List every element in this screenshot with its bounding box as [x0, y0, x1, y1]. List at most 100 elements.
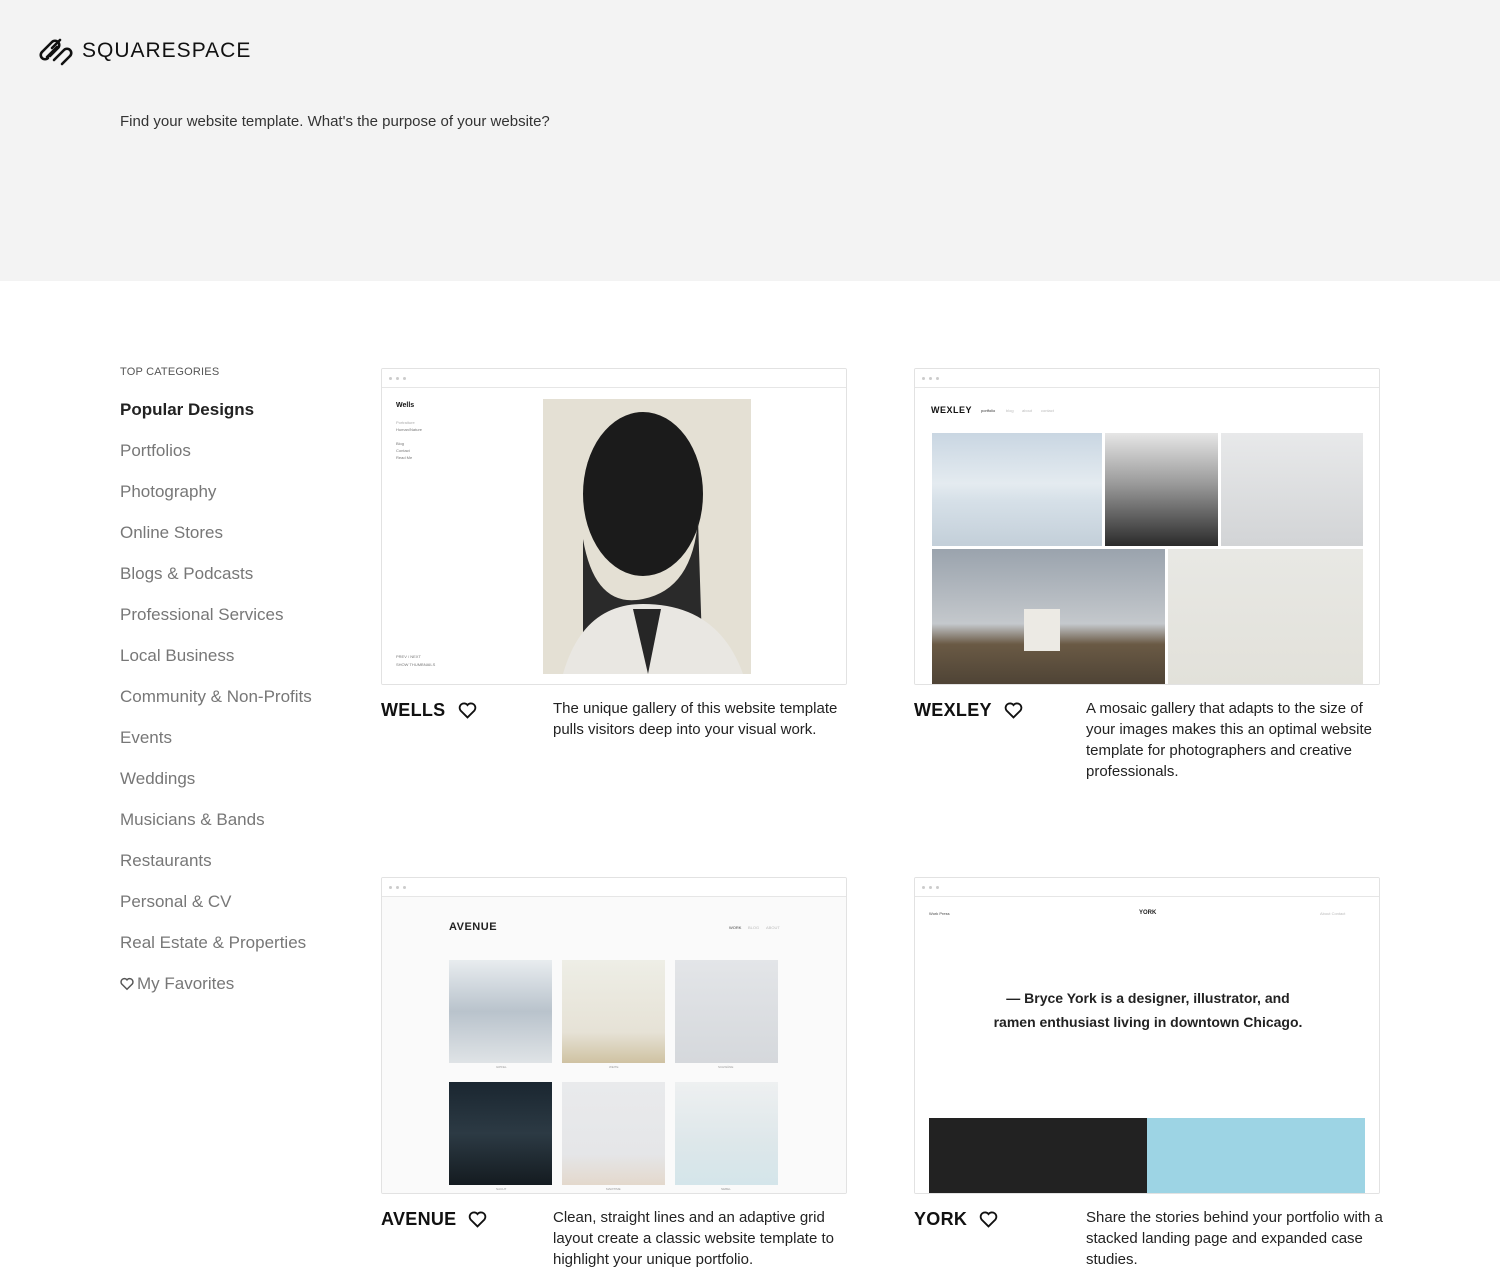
sidebar-item-my-favorites[interactable]: My Favorites	[120, 974, 340, 1015]
template-name[interactable]: YORK	[914, 1209, 967, 1230]
preview-site-title: WEXLEY	[931, 405, 973, 415]
browser-bar	[382, 878, 846, 897]
sidebar-item-popular-designs[interactable]: Popular Designs	[120, 400, 340, 441]
gallery-image-mountain	[1105, 433, 1218, 546]
preview-caption: NACHT	[496, 1187, 507, 1191]
sidebar-item-local-business[interactable]: Local Business	[120, 646, 340, 687]
template-description: Clean, straight lines and an adaptive gr…	[553, 1209, 834, 1268]
sidebar-item-label: Restaurants	[120, 851, 212, 870]
favorite-heart-icon[interactable]	[979, 1211, 998, 1228]
gallery-image-camels	[932, 433, 1102, 546]
preview-caption: NEBEL	[721, 1187, 731, 1191]
sidebar-item-label: Weddings	[120, 769, 196, 788]
heart-icon	[120, 977, 134, 991]
squarespace-logo-icon	[39, 38, 73, 66]
sidebar-item-label: Community & Non-Profits	[120, 687, 312, 706]
sidebar-item-label: Events	[120, 728, 172, 747]
sidebar-item-label: Online Stores	[120, 523, 223, 542]
preview-nav-item: ABOUT	[766, 925, 780, 930]
sidebar-item-real-estate[interactable]: Real Estate & Properties	[120, 933, 340, 974]
preview-nav-item: Read Me	[396, 455, 413, 460]
template-name[interactable]: WEXLEY	[914, 700, 992, 721]
browser-bar	[915, 878, 1379, 897]
preview-caption: WEITE	[609, 1065, 619, 1069]
template-description: Share the stories behind your portfolio …	[1086, 1209, 1383, 1268]
template-preview-wexley[interactable]: WEXLEY portfolio blog about contact	[914, 368, 1380, 685]
template-preview-avenue[interactable]: AVENUE WORK BLOG ABOUT GIPFEL WEITE SCHW…	[381, 877, 847, 1194]
gallery-image-fog-city	[675, 1082, 778, 1185]
template-name[interactable]: WELLS	[381, 700, 446, 721]
sidebar-heading: TOP CATEGORIES	[120, 366, 220, 378]
sidebar-item-label: Portfolios	[120, 441, 191, 460]
template-preview-york[interactable]: Work Press YORK About Contact — Bryce Yo…	[914, 877, 1380, 1194]
preview-nav-item: about	[1022, 408, 1033, 413]
gallery-image-hut	[932, 549, 1165, 684]
preview-site-title: AVENUE	[449, 921, 498, 933]
purpose-prompt: Find your website template. What's the p…	[120, 113, 550, 130]
sidebar-item-blogs-podcasts[interactable]: Blogs & Podcasts	[120, 564, 340, 605]
template-name[interactable]: AVENUE	[381, 1209, 456, 1230]
gallery-image-snow	[449, 960, 552, 1063]
preview-caption: MARITIME	[606, 1187, 621, 1191]
sidebar-item-portfolios[interactable]: Portfolios	[120, 441, 340, 482]
sidebar-item-label: Professional Services	[120, 605, 284, 624]
template-description: The unique gallery of this website templ…	[553, 700, 838, 738]
preview-caption: SCHWÄNE	[718, 1065, 734, 1069]
sidebar-item-restaurants[interactable]: Restaurants	[120, 851, 340, 892]
sidebar-item-label: Blogs & Podcasts	[120, 564, 254, 583]
sidebar-item-label: Local Business	[120, 646, 235, 665]
sidebar-item-professional-services[interactable]: Professional Services	[120, 605, 340, 646]
sidebar-item-weddings[interactable]: Weddings	[120, 769, 340, 810]
gallery-image-pier	[1221, 433, 1363, 546]
preview-nav-item: Contact	[396, 448, 410, 453]
browser-bar	[382, 369, 846, 388]
preview-nav-right: About Contact	[1320, 911, 1346, 916]
gallery-image-beach-huts	[562, 1082, 665, 1185]
sidebar-item-personal-cv[interactable]: Personal & CV	[120, 892, 340, 933]
sidebar-item-photography[interactable]: Photography	[120, 482, 340, 523]
preview-nav-item: Human/Nature	[396, 427, 423, 432]
preview-nav-item: contact	[1041, 408, 1054, 413]
sidebar-item-label: Popular Designs	[120, 400, 255, 419]
preview-quote: — Bryce York is a designer, illustrator,…	[1006, 990, 1290, 1006]
sidebar-item-musicians-bands[interactable]: Musicians & Bands	[120, 810, 340, 851]
preview-site-title: YORK	[1139, 910, 1157, 916]
sidebar-item-label: Photography	[120, 482, 217, 501]
preview-footer-item: PREV / NEXT	[396, 654, 421, 659]
preview-site-title: Wells	[396, 402, 415, 409]
sidebar-item-events[interactable]: Events	[120, 728, 340, 769]
preview-nav-item: WORK	[729, 925, 742, 930]
squarespace-logo[interactable]: SQUARESPACE	[38, 36, 251, 66]
gallery-image-swan	[675, 960, 778, 1063]
gallery-image-night	[449, 1082, 552, 1185]
preview-nav-item: BLOG	[748, 925, 760, 930]
preview-nav-item: blog	[1006, 408, 1014, 413]
template-description: A mosaic gallery that adapts to the size…	[1086, 700, 1372, 780]
sidebar-item-online-stores[interactable]: Online Stores	[120, 523, 340, 564]
preview-nav-item: Portraiture	[396, 420, 415, 425]
sidebar-item-label: My Favorites	[137, 974, 235, 993]
preview-nav-item: Blog	[396, 441, 405, 446]
sidebar-item-label: Musicians & Bands	[120, 810, 265, 829]
sidebar-item-community[interactable]: Community & Non-Profits	[120, 687, 340, 728]
favorite-heart-icon[interactable]	[468, 1211, 487, 1228]
gallery-image-fog	[1168, 549, 1363, 684]
brand-name: SQUARESPACE	[82, 39, 252, 62]
gallery-image-beach	[562, 960, 665, 1063]
sidebar-item-label: Personal & CV	[120, 892, 232, 911]
favorite-heart-icon[interactable]	[458, 702, 477, 719]
sidebar-item-label: Real Estate & Properties	[120, 933, 307, 952]
preview-footer-item: SHOW THUMBNAILS	[396, 662, 436, 667]
favorite-heart-icon[interactable]	[1004, 702, 1023, 719]
template-preview-wells[interactable]: Wells Portraiture Human/Nature Blog Cont…	[381, 368, 847, 685]
portrait-image	[543, 399, 751, 674]
preview-caption: GIPFEL	[496, 1065, 507, 1069]
preview-nav-left: Work Press	[929, 911, 950, 916]
project-image-blue	[1147, 1118, 1365, 1193]
preview-nav-item: portfolio	[981, 408, 996, 413]
category-sidebar: TOP CATEGORIES Popular Designs Portfolio…	[120, 366, 340, 1015]
preview-quote: ramen enthusiast living in downtown Chic…	[993, 1014, 1303, 1030]
browser-bar	[915, 369, 1379, 388]
project-image-dark	[929, 1118, 1147, 1193]
page-header: SQUARESPACE Find your website template. …	[0, 0, 1500, 281]
